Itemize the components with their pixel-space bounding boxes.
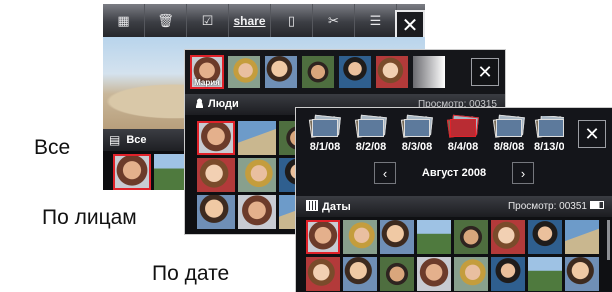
micro-sd-icon[interactable]: ▦ xyxy=(103,4,145,37)
thumbnail[interactable] xyxy=(454,220,488,254)
close-button[interactable]: ✕ xyxy=(578,120,606,148)
checkbox-icon[interactable]: ☑ xyxy=(187,4,229,37)
thumbnail[interactable] xyxy=(306,220,340,254)
photo-stack-icon xyxy=(492,114,526,138)
chevron-left-icon: ‹ xyxy=(382,165,388,181)
thumbnail[interactable] xyxy=(380,257,414,291)
thumbnail[interactable] xyxy=(306,257,340,291)
thumbnail[interactable] xyxy=(343,220,377,254)
face-thumbnail[interactable] xyxy=(228,56,260,88)
date-group-selected[interactable]: 8/4/08 xyxy=(442,114,484,153)
thumbnail[interactable] xyxy=(491,220,525,254)
next-month-button[interactable]: › xyxy=(511,162,534,184)
face-thumbnail-selected[interactable]: Мария xyxy=(190,55,224,89)
date-group[interactable]: 8/3/08 xyxy=(396,114,438,153)
thumbnail[interactable] xyxy=(197,121,235,155)
caption-by-date: По дате xyxy=(152,262,230,285)
views-label: Просмотр: 00351 xyxy=(507,201,587,212)
thumbnail-strip xyxy=(113,154,192,190)
thumbnail[interactable] xyxy=(238,158,276,192)
photo-stack-icon xyxy=(400,114,434,138)
face-strip-fade xyxy=(413,56,445,88)
face-thumbnail[interactable] xyxy=(265,56,297,88)
date-label: 8/13/08 xyxy=(534,141,564,153)
dates-label: Даты xyxy=(322,201,351,213)
caption-all: Все xyxy=(34,136,71,159)
trash-icon[interactable]: 🗑 xyxy=(145,4,187,37)
face-thumbnail[interactable] xyxy=(302,56,334,88)
thumbnail[interactable] xyxy=(565,220,599,254)
date-group[interactable]: 8/2/08 xyxy=(350,114,392,153)
person-icon xyxy=(195,98,204,108)
face-thumbnail[interactable] xyxy=(376,56,408,88)
thumbnail[interactable] xyxy=(528,257,562,291)
screen-date-view: 8/1/08 8/2/08 8/3/08 8/4/08 8/8/08 8/13/… xyxy=(296,108,612,292)
photo-stack-icon xyxy=(446,114,480,138)
photo-stack-icon xyxy=(308,114,342,138)
device-icon[interactable]: ▯ xyxy=(271,4,313,37)
date-label: 8/4/08 xyxy=(447,141,479,153)
thumbnail[interactable] xyxy=(343,257,377,291)
previous-month-button[interactable]: ‹ xyxy=(374,162,396,184)
date-group[interactable]: 8/8/08 xyxy=(488,114,530,153)
people-label: Люди xyxy=(208,98,239,110)
mode-label: Все xyxy=(126,134,147,146)
photo-stack-icon xyxy=(534,116,564,138)
thumbnail[interactable] xyxy=(565,257,599,291)
date-strip: 8/1/08 8/2/08 8/3/08 8/4/08 8/8/08 8/13/… xyxy=(304,114,564,153)
date-label: 8/8/08 xyxy=(493,141,525,153)
close-button[interactable]: ✕ xyxy=(395,10,425,40)
date-group[interactable]: 8/1/08 xyxy=(304,114,346,153)
thumbnail[interactable] xyxy=(528,220,562,254)
month-navigator: ‹ Август 2008 › xyxy=(374,160,534,186)
close-button[interactable]: ✕ xyxy=(471,58,499,86)
month-label: Август 2008 xyxy=(421,167,487,179)
share-button[interactable]: share xyxy=(229,4,271,37)
date-status-bar: Даты Просмотр: 00351 xyxy=(296,196,612,217)
views-counter: Просмотр: 00351 xyxy=(508,201,604,212)
thumbnail[interactable] xyxy=(454,257,488,291)
all-photos-icon: ▤ xyxy=(109,133,121,147)
chevron-right-icon: › xyxy=(520,165,526,181)
date-label: 8/1/08 xyxy=(309,141,341,153)
faces-header: Мария ✕ xyxy=(185,50,505,94)
date-thumbnail-grid xyxy=(306,220,599,291)
calendar-icon xyxy=(306,200,318,211)
date-label: 8/3/08 xyxy=(401,141,433,153)
date-header: 8/1/08 8/2/08 8/3/08 8/4/08 8/8/08 8/13/… xyxy=(296,108,612,196)
face-name-label: Мария xyxy=(194,78,220,87)
scrollbar[interactable] xyxy=(607,220,610,260)
date-group[interactable]: 8/13/08 xyxy=(534,116,564,153)
close-icon: ✕ xyxy=(584,123,600,144)
thumbnail[interactable] xyxy=(197,158,235,192)
thumbnail[interactable] xyxy=(417,220,451,254)
thumbnail[interactable] xyxy=(491,257,525,291)
thumbnail[interactable] xyxy=(417,257,451,291)
thumbnail[interactable] xyxy=(113,154,151,190)
dates-filter[interactable]: Даты xyxy=(306,200,351,213)
thumbnail[interactable] xyxy=(380,220,414,254)
toolbar: ▦ 🗑 ☑ share ▯ ✂ ☰ xyxy=(103,4,425,37)
face-thumbnail[interactable] xyxy=(339,56,371,88)
face-strip: Мария xyxy=(190,55,445,89)
date-label: 8/2/08 xyxy=(355,141,387,153)
people-filter[interactable]: Люди xyxy=(195,98,239,110)
scissors-icon[interactable]: ✂ xyxy=(313,4,355,37)
caption-by-faces: По лицам xyxy=(42,206,137,229)
thumbnail[interactable] xyxy=(238,195,276,229)
thumbnail[interactable] xyxy=(197,195,235,229)
menu-icon[interactable]: ☰ xyxy=(355,4,397,37)
close-icon: ✕ xyxy=(477,61,493,82)
thumbnail[interactable] xyxy=(238,121,276,155)
battery-icon xyxy=(590,201,604,209)
close-icon: ✕ xyxy=(401,14,419,37)
photo-stack-icon xyxy=(354,114,388,138)
